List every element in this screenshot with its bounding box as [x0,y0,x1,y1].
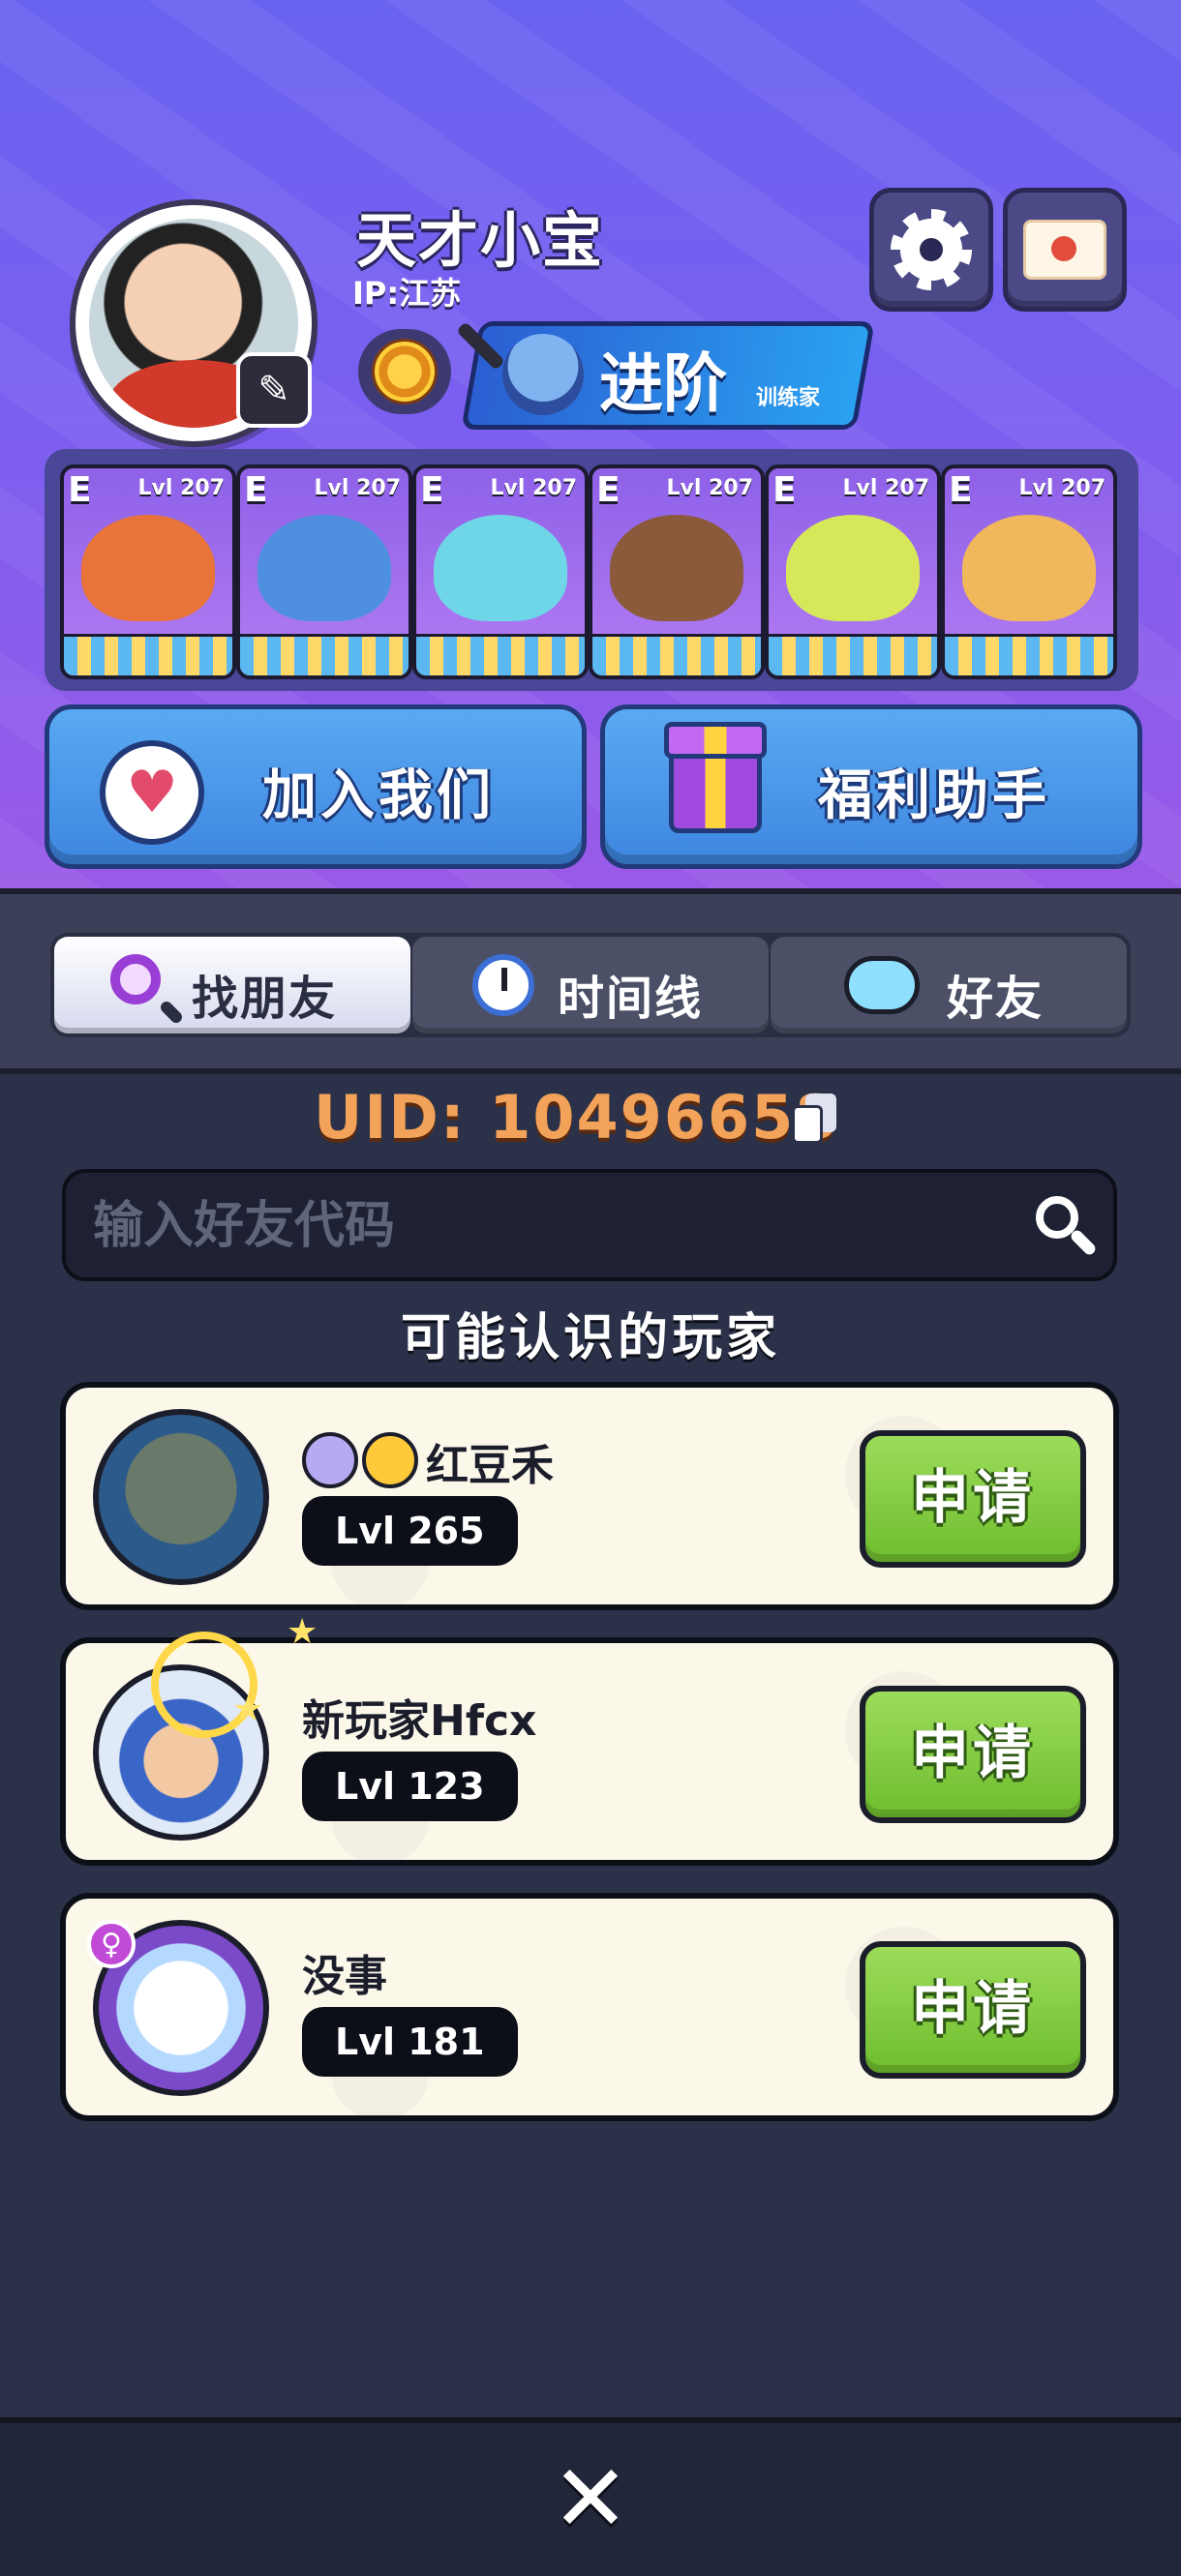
magnifier-icon [110,954,161,1004]
player-name: 红豆禾 [426,1441,554,1490]
apply-button[interactable]: 申请 [860,1941,1086,2079]
pet-image [257,515,391,621]
settings-button[interactable] [869,188,993,312]
pet-card[interactable]: E Lvl 207 [236,464,412,679]
pet-level: Lvl 207 [1018,476,1105,500]
advance-label: 进阶 [599,346,727,421]
player-level: Lvl 123 [302,1752,518,1821]
pet-element-bar [240,634,409,675]
tab-label: 好友 [947,972,1045,1026]
advance-trainer-banner[interactable]: 进阶 训练家 [461,321,875,430]
edit-avatar-icon[interactable]: ✎ [236,352,312,428]
welfare-helper-button[interactable]: 福利助手 [600,704,1142,869]
pet-grade: E [596,470,621,510]
profile-header: ✎ 天才小宝 IP:江苏 进阶 训练家 E Lvl 207 E Lvl 207 [0,0,1181,888]
pet-grade: E [68,470,92,510]
player-avatar[interactable] [93,1409,269,1585]
mascot-icon [502,334,584,415]
mail-button[interactable] [1003,188,1127,312]
pet-image [962,515,1096,621]
bottom-bar: ✕ [0,2417,1181,2576]
player-name: 新玩家Hfcx [302,1696,537,1746]
advance-sub-label: 训练家 [756,386,821,410]
pet-element-bar [945,634,1113,675]
player-name: 没事 [302,1952,387,2001]
pet-image [610,515,743,621]
welfare-helper-label: 福利助手 [818,764,1050,827]
apply-button[interactable]: 申请 [860,1430,1086,1568]
player-level: Lvl 265 [302,1496,518,1566]
pet-element-bar [416,634,585,675]
pet-image [786,515,920,621]
gift-icon [664,722,767,833]
pet-element-bar [64,634,232,675]
sparkle-icon: ★ [232,1690,264,1729]
chat-bubble-icon [844,956,920,1014]
apply-button[interactable]: 申请 [860,1686,1086,1823]
tabs: 找朋友 时间线 好友 [50,933,1131,1037]
friend-code-search [62,1169,1117,1281]
tab-find-friends[interactable]: 找朋友 [54,937,410,1033]
pet-grade: E [949,470,973,510]
tab-timeline[interactable]: 时间线 [412,937,769,1033]
pet-level: Lvl 207 [314,476,401,500]
frame-badge-icon [302,1432,358,1488]
pet-team: E Lvl 207 E Lvl 207 E Lvl 207 E Lvl 207 … [45,449,1138,691]
pet-image [81,515,215,621]
pet-grade: E [244,470,268,510]
rank-badge-icon [362,1432,418,1488]
pet-grade: E [772,470,797,510]
pet-level: Lvl 207 [137,476,225,500]
gear-icon-core [900,219,962,281]
tab-bar: 找朋友 时间线 好友 [0,888,1181,1074]
ip-location: IP:江苏 [352,275,462,312]
pet-grade: E [420,470,444,510]
uid-text: UID: 10496658 [314,1082,839,1153]
pet-card[interactable]: E Lvl 207 [941,464,1117,679]
mail-icon [1023,220,1106,280]
clock-icon [472,954,534,1016]
sparkle-icon: ★ [287,1612,318,1652]
pet-level: Lvl 207 [490,476,577,500]
join-us-button[interactable]: ♥ 加入我们 [45,704,587,869]
pet-card[interactable]: E Lvl 207 [765,464,941,679]
search-icon[interactable] [1032,1192,1098,1260]
tab-label: 找朋友 [192,972,338,1026]
pet-card[interactable]: E Lvl 207 [412,464,589,679]
tab-label: 时间线 [558,972,704,1026]
pet-level: Lvl 207 [842,476,929,500]
pet-card[interactable]: E Lvl 207 [60,464,236,679]
section-title: 可能认识的玩家 [400,1309,780,1367]
pet-element-bar [769,634,937,675]
copy-icon[interactable] [792,1093,836,1144]
player-card: 新玩家Hfcx Lvl 123 申请 [60,1637,1119,1866]
rank-badge[interactable] [358,329,451,414]
close-icon[interactable]: ✕ [548,2452,633,2545]
player-level: Lvl 181 [302,2007,518,2077]
player-card: 红豆禾 Lvl 265 申请 [60,1382,1119,1610]
join-us-label: 加入我们 [262,764,495,827]
username: 天才小宝 [356,205,605,276]
pet-card[interactable]: E Lvl 207 [589,464,765,679]
tab-friends[interactable]: 好友 [771,937,1127,1033]
player-card: ♀ 没事 Lvl 181 申请 [60,1893,1119,2121]
pet-image [434,515,567,621]
pet-level: Lvl 207 [666,476,753,500]
heart-icon: ♥ [100,740,204,845]
female-gender-icon: ♀ [87,1920,136,1968]
pet-element-bar [592,634,761,675]
rank-coin-icon [372,339,438,404]
friend-code-input[interactable] [91,1190,1024,1262]
